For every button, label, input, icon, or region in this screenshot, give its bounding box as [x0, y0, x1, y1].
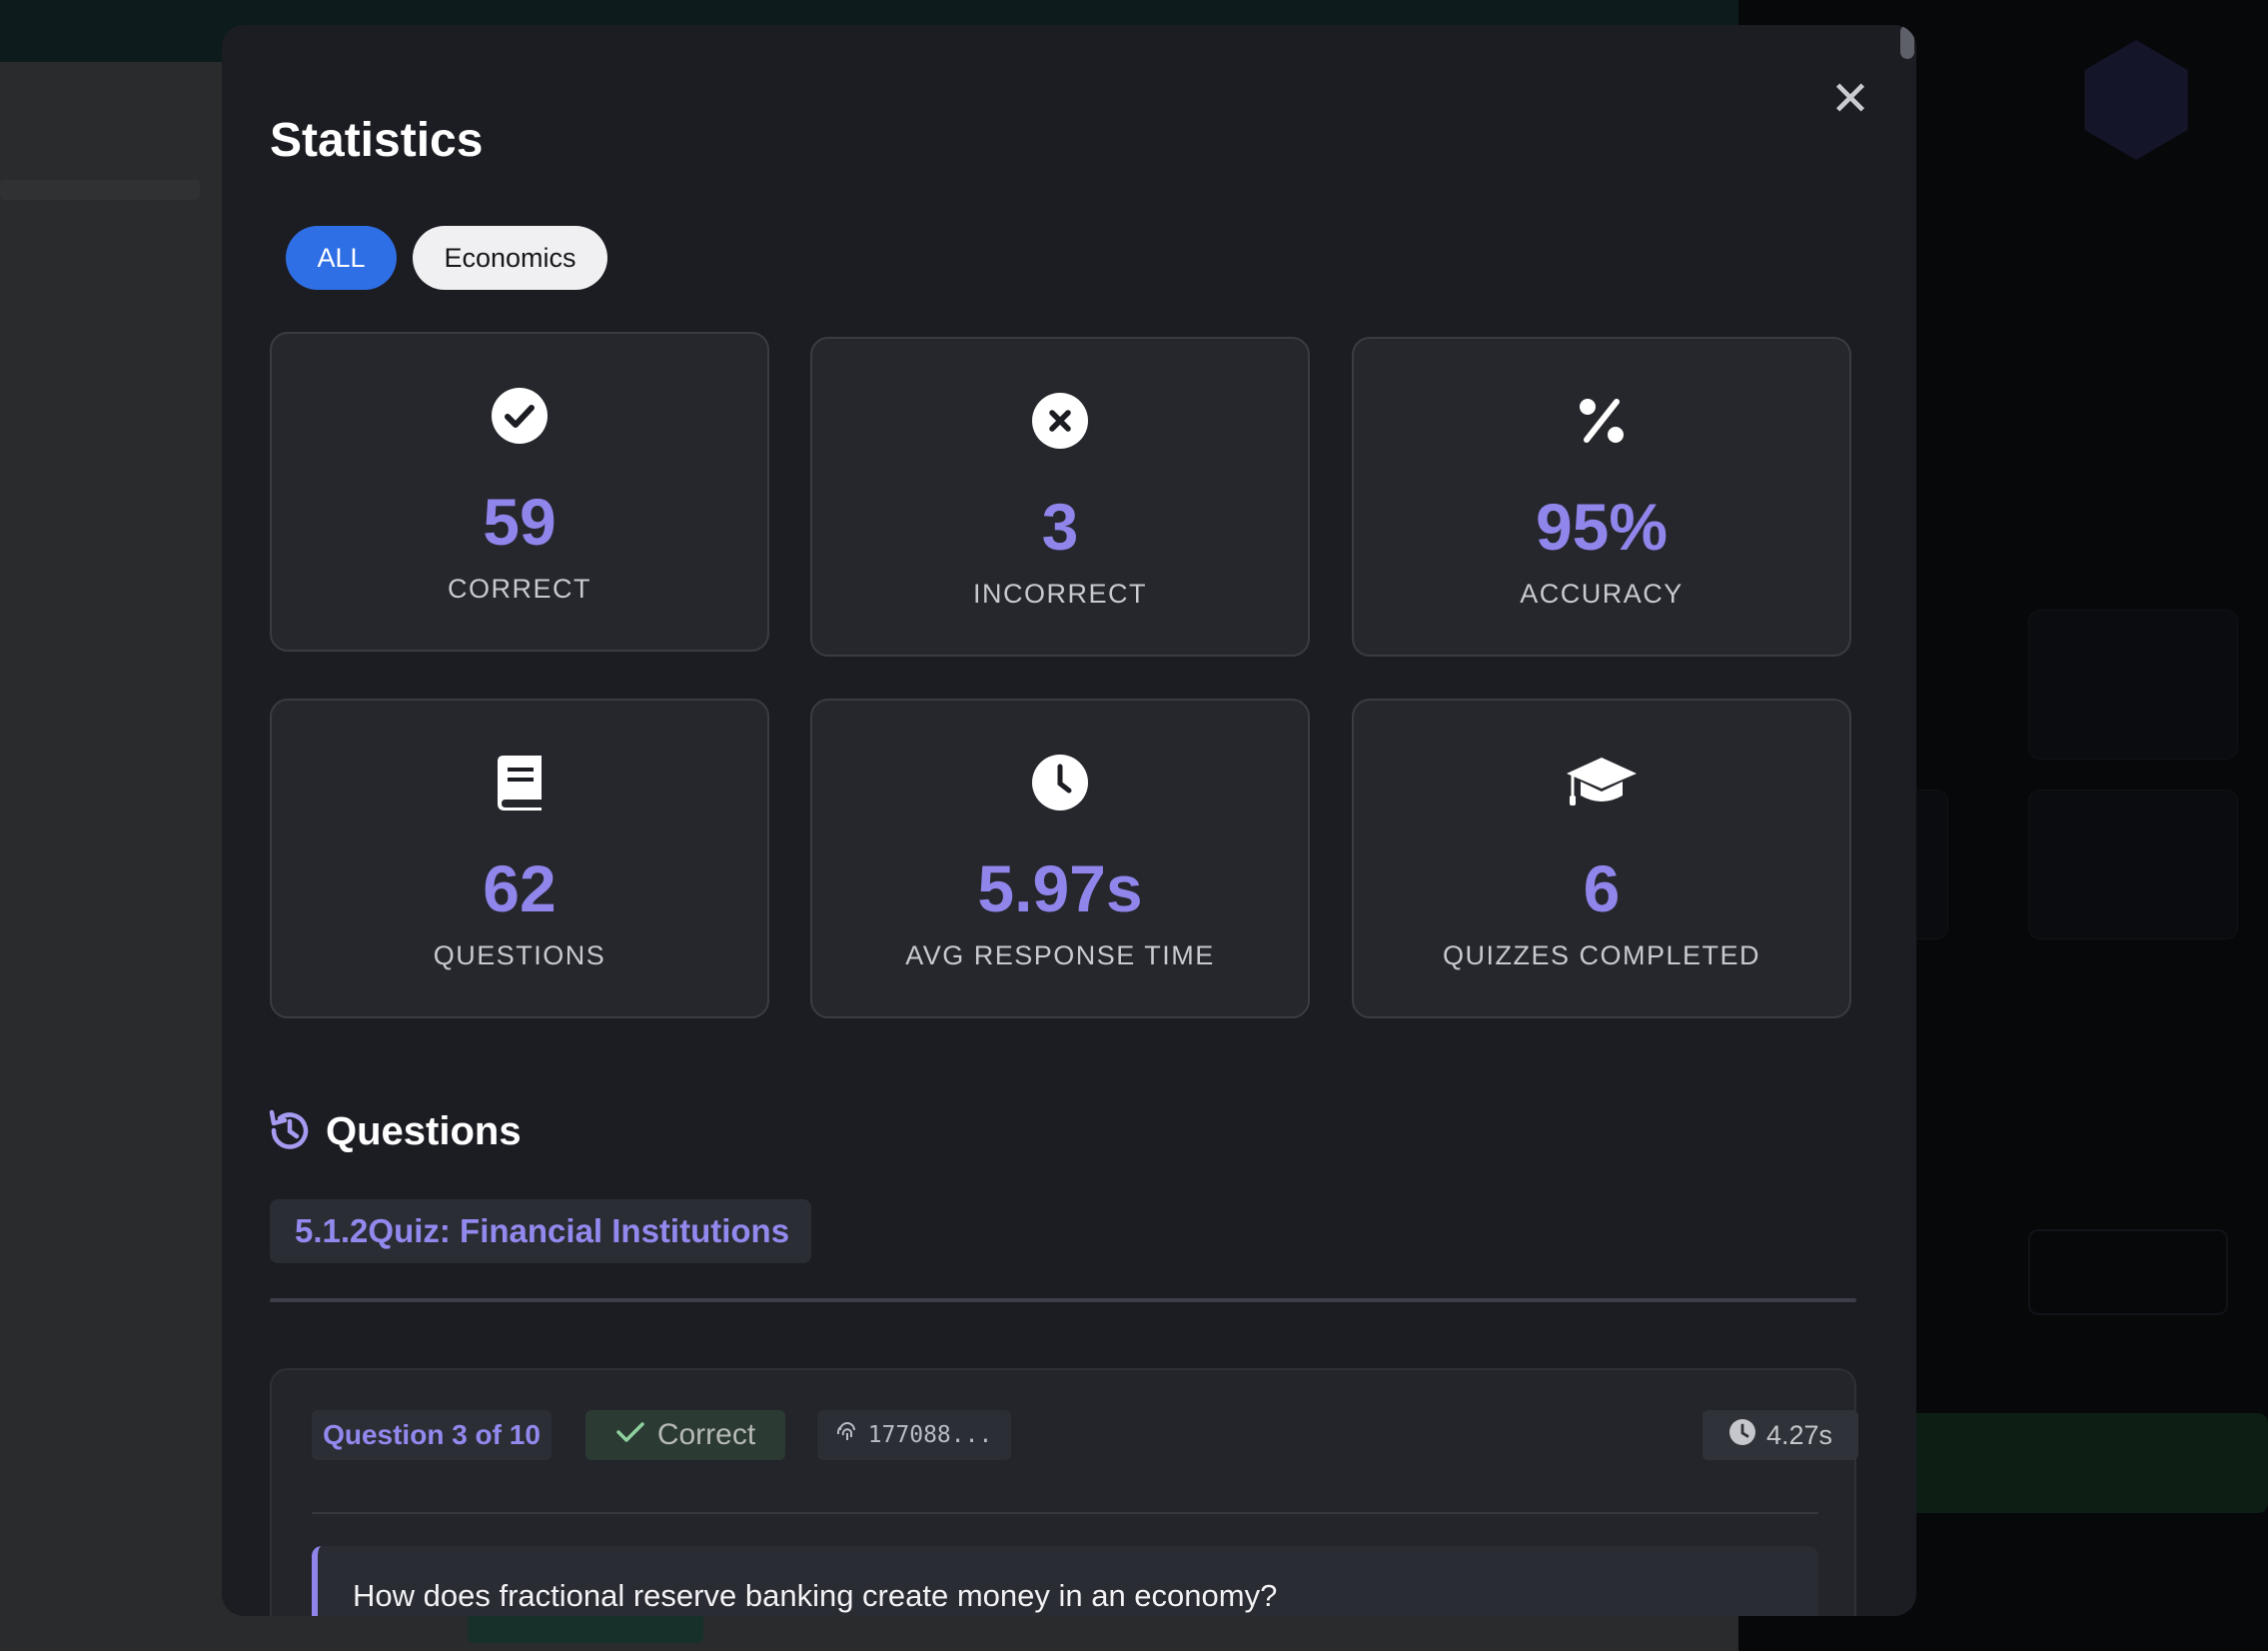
question-id-text: 177088... [867, 1422, 993, 1448]
background-outline-button [2028, 1229, 2228, 1315]
stat-label: CORRECT [448, 574, 591, 604]
section-divider [270, 1298, 1856, 1302]
question-text: How does fractional reserve banking crea… [353, 1578, 1278, 1613]
close-icon: ✕ [1829, 73, 1871, 126]
stat-label: QUIZZES COMPLETED [1442, 940, 1761, 970]
history-icon [268, 1108, 312, 1157]
book-icon [272, 753, 767, 813]
stat-value: 95% [1535, 490, 1669, 564]
fingerprint-icon [836, 1421, 858, 1449]
clock-icon [1728, 1418, 1756, 1453]
filter-tab-economics[interactable]: Economics [413, 226, 607, 290]
statistics-modal: ✕ Statistics ALL Economics 59 CORRECT 3 … [222, 25, 1916, 1616]
quiz-title-chip[interactable]: 5.1.2Quiz: Financial Institutions [270, 1199, 811, 1263]
background-ghost-line [0, 180, 200, 200]
question-card: Question 3 of 10 Correct 177088... 4.27s… [270, 1368, 1858, 1616]
background-card [2028, 610, 2238, 760]
stat-card-accuracy: 95% ACCURACY [1352, 337, 1851, 657]
stat-value: 5.97s [977, 851, 1143, 925]
stat-label: QUESTIONS [433, 940, 606, 970]
question-id-badge: 177088... [817, 1410, 1011, 1460]
stat-label: ACCURACY [1520, 579, 1684, 609]
stat-value: 3 [1041, 490, 1079, 564]
question-card-divider [312, 1512, 1818, 1514]
question-text-box: How does fractional reserve banking crea… [312, 1546, 1818, 1616]
response-time-text: 4.27s [1765, 1419, 1833, 1450]
stat-card-correct: 59 CORRECT [270, 332, 769, 652]
questions-section-title: Questions [326, 1109, 522, 1153]
background-card [2028, 790, 2238, 939]
stat-label: INCORRECT [973, 579, 1147, 609]
stat-label: AVG RESPONSE TIME [905, 940, 1215, 970]
clock-icon [812, 753, 1308, 813]
status-badge: Correct [585, 1410, 785, 1460]
stat-value: 62 [483, 851, 557, 925]
stat-card-quizzes-completed: 6 QUIZZES COMPLETED [1352, 699, 1851, 1018]
filter-tab-all[interactable]: ALL [286, 226, 397, 290]
response-time-badge: 4.27s [1702, 1410, 1858, 1460]
graduation-cap-icon [1354, 753, 1849, 813]
close-button[interactable]: ✕ [1820, 70, 1880, 130]
status-text: Correct [656, 1418, 756, 1451]
percent-icon [1354, 391, 1849, 451]
stat-card-avg-response-time: 5.97s AVG RESPONSE TIME [810, 699, 1310, 1018]
checkmark-icon [615, 1418, 645, 1452]
check-circle-icon [272, 386, 767, 446]
stat-card-incorrect: 3 INCORRECT [810, 337, 1310, 657]
modal-title: Statistics [270, 114, 484, 167]
stat-value: 59 [483, 485, 557, 559]
x-circle-icon [812, 391, 1308, 451]
question-number-badge: Question 3 of 10 [312, 1410, 552, 1460]
stat-card-questions: 62 QUESTIONS [270, 699, 769, 1018]
modal-scrollbar[interactable] [1900, 25, 1914, 59]
stat-value: 6 [1583, 851, 1621, 925]
background-logo [2084, 40, 2188, 160]
